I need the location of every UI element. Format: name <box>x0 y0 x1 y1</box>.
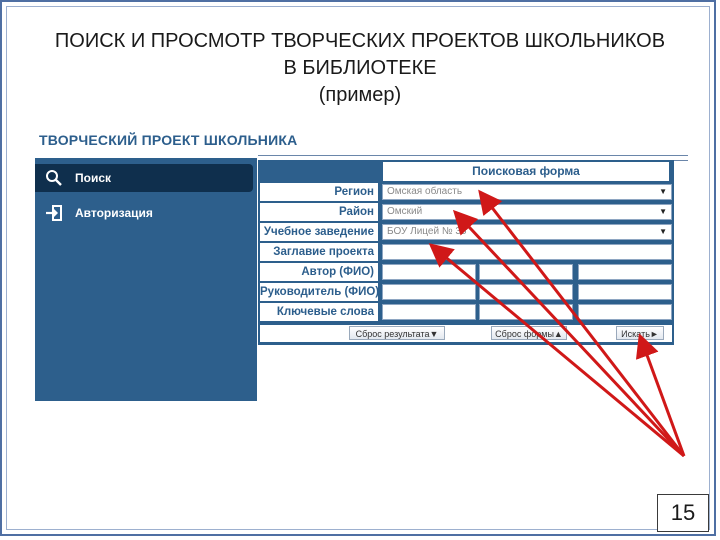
annotation-arrows <box>428 189 686 458</box>
arrow-to-district <box>452 209 686 458</box>
page-number: 15 <box>657 494 709 532</box>
arrow-to-region <box>478 189 686 457</box>
